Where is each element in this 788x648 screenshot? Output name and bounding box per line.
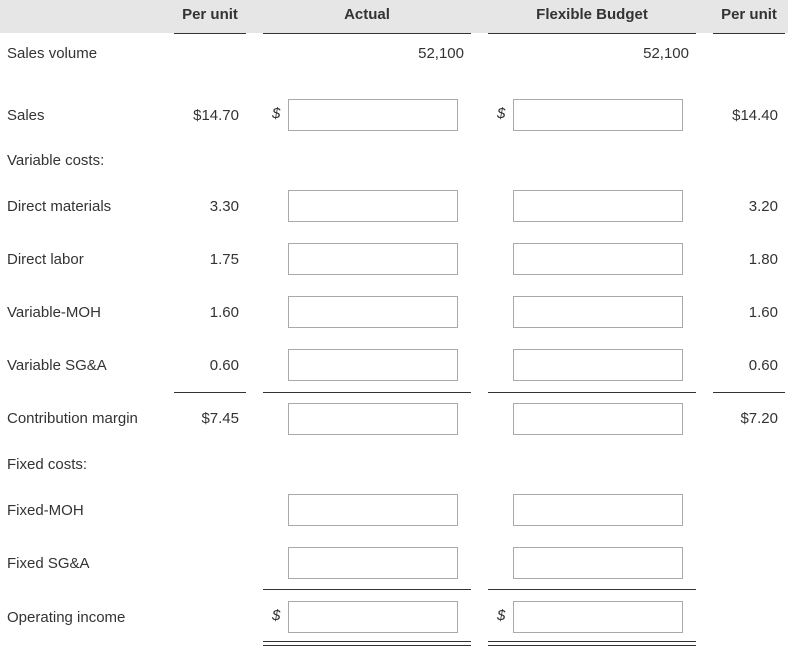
flexible-budget-direct-labor-input[interactable] <box>513 243 683 275</box>
per-unit-left-contribution-margin: $7.45 <box>201 410 239 427</box>
flexible-budget-operating-income-input[interactable] <box>513 601 683 633</box>
double-underline <box>263 645 471 646</box>
actual-fixed-moh-input[interactable] <box>288 494 458 526</box>
subtotal-line <box>263 392 471 393</box>
actual-sales-input[interactable] <box>288 99 458 131</box>
dollar-sign: $ <box>272 105 281 122</box>
flexible-budget-fixed-moh-input[interactable] <box>513 494 683 526</box>
row-label-contribution-margin: Contribution margin <box>7 410 138 427</box>
header-per-unit-left: Per unit <box>182 6 238 23</box>
actual-direct-labor-input[interactable] <box>288 243 458 275</box>
dollar-sign: $ <box>497 105 506 122</box>
dollar-sign: $ <box>272 607 281 624</box>
subtotal-line <box>488 392 696 393</box>
header-per-unit-right: Per unit <box>721 6 777 23</box>
per-unit-right-contribution-margin: $7.20 <box>740 410 778 427</box>
row-label-fixed-moh: Fixed-MOH <box>7 502 84 519</box>
actual-operating-income-input[interactable] <box>288 601 458 633</box>
subtotal-line <box>713 392 785 393</box>
flexible-budget-direct-materials-input[interactable] <box>513 190 683 222</box>
flexible-budget-contribution-margin-input[interactable] <box>513 403 683 435</box>
actual-contribution-margin-input[interactable] <box>288 403 458 435</box>
header-underline <box>174 33 246 34</box>
header-actual: Actual <box>344 6 390 23</box>
per-unit-right-direct-materials: 3.20 <box>748 198 778 215</box>
subtotal-line <box>488 589 696 590</box>
flexible-budget-variable-sga-input[interactable] <box>513 349 683 381</box>
flexible-budget-sales-volume: 52,100 <box>643 45 689 62</box>
per-unit-right-sales: $14.40 <box>732 107 778 124</box>
header-underline <box>263 33 471 34</box>
row-label-variable-costs: Variable costs: <box>7 152 105 169</box>
actual-direct-materials-input[interactable] <box>288 190 458 222</box>
row-label-direct-materials: Direct materials <box>7 198 112 215</box>
header-flexible-budget: Flexible Budget <box>536 6 648 23</box>
row-label-direct-labor: Direct labor <box>7 251 84 268</box>
per-unit-left-variable-moh: 1.60 <box>209 304 239 321</box>
row-label-sales-volume: Sales volume <box>7 45 98 62</box>
row-label-fixed-sga: Fixed SG&A <box>7 555 90 572</box>
per-unit-right-direct-labor: 1.80 <box>748 251 778 268</box>
per-unit-right-variable-moh: 1.60 <box>748 304 778 321</box>
per-unit-left-sales: $14.70 <box>193 107 239 124</box>
actual-fixed-sga-input[interactable] <box>288 547 458 579</box>
flexible-budget-variable-moh-input[interactable] <box>513 296 683 328</box>
double-underline <box>263 641 471 642</box>
actual-variable-sga-input[interactable] <box>288 349 458 381</box>
dollar-sign: $ <box>497 607 506 624</box>
per-unit-left-variable-sga: 0.60 <box>209 357 239 374</box>
row-label-operating-income: Operating income <box>7 609 126 626</box>
row-label-sales: Sales <box>7 107 45 124</box>
flexible-budget-sales-input[interactable] <box>513 99 683 131</box>
row-label-variable-sga: Variable SG&A <box>7 357 107 374</box>
double-underline <box>488 645 696 646</box>
per-unit-left-direct-labor: 1.75 <box>209 251 239 268</box>
per-unit-left-direct-materials: 3.30 <box>209 198 239 215</box>
header-underline <box>713 33 785 34</box>
subtotal-line <box>174 392 246 393</box>
row-label-fixed-costs: Fixed costs: <box>7 456 88 473</box>
actual-sales-volume: 52,100 <box>418 45 464 62</box>
actual-variable-moh-input[interactable] <box>288 296 458 328</box>
header-underline <box>488 33 696 34</box>
flexible-budget-fixed-sga-input[interactable] <box>513 547 683 579</box>
row-label-variable-moh: Variable-MOH <box>7 304 101 321</box>
double-underline <box>488 641 696 642</box>
budget-variance-table: Per unit Actual Flexible Budget Per unit… <box>0 0 788 648</box>
per-unit-right-variable-sga: 0.60 <box>748 357 778 374</box>
subtotal-line <box>263 589 471 590</box>
